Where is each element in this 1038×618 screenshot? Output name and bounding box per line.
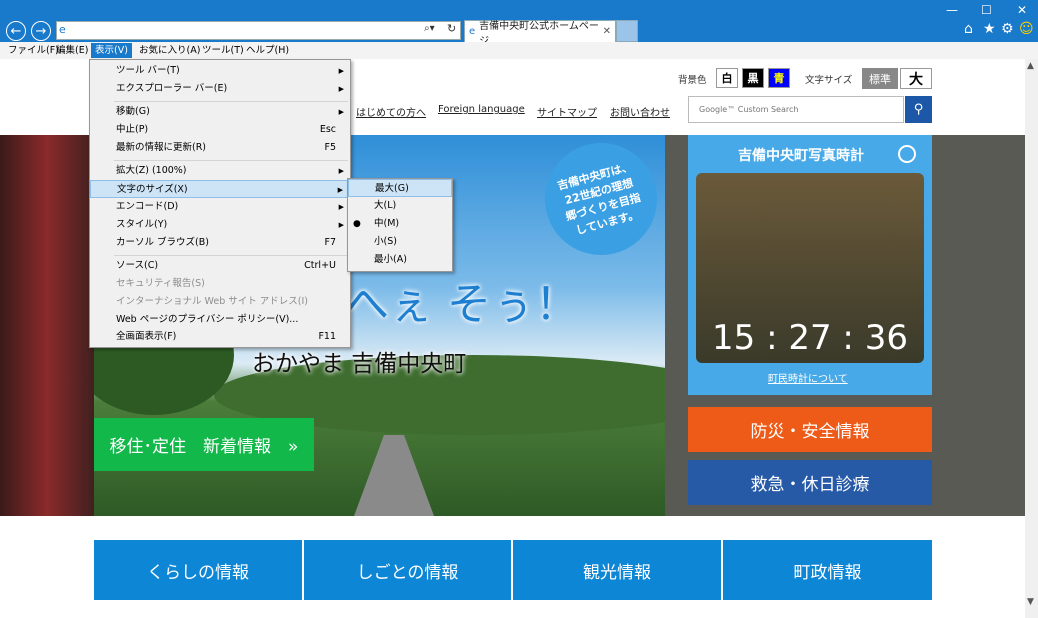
- new-tab-button[interactable]: [616, 20, 638, 42]
- nav-first-time[interactable]: はじめての方へ: [356, 104, 426, 119]
- text-size-medium[interactable]: ● 中(M): [348, 215, 452, 233]
- menu-separator: [114, 101, 348, 102]
- clock-about-link[interactable]: 町民時計について: [768, 370, 848, 385]
- view-menu-item[interactable]: 拡大(Z) (100%) ▶: [90, 162, 350, 180]
- clock-time: 15 : 27 : 36: [712, 318, 908, 358]
- menu-separator: [114, 160, 348, 161]
- submenu-arrow-icon: ▶: [338, 203, 344, 211]
- font-size-label: 文字サイズ: [805, 75, 853, 86]
- nav-foreign-language[interactable]: Foreign language: [438, 104, 525, 115]
- text-size-large[interactable]: 大(L): [348, 197, 452, 215]
- view-menu-item[interactable]: ソース(C) Ctrl+U: [90, 257, 350, 275]
- hero-catchphrase: へぇ そぅ！: [345, 279, 579, 330]
- bg-color-label: 背景色: [678, 75, 707, 86]
- nav-contact[interactable]: お問い合わせ: [610, 104, 670, 119]
- browser-tab[interactable]: e 吉備中央町公式ホームページ ✕: [464, 20, 616, 47]
- scroll-up-icon[interactable]: ▲: [1027, 61, 1034, 71]
- maximize-icon[interactable]: ☐: [981, 3, 992, 17]
- nav-sitemap[interactable]: サイトマップ: [537, 104, 597, 119]
- settings-gear-icon[interactable]: ⚙: [1001, 21, 1014, 37]
- text-size-submenu: 最大(G) 大(L) ● 中(M) 小(S) 最小(A): [347, 178, 453, 272]
- scroll-down-icon[interactable]: ▼: [1027, 597, 1034, 607]
- back-button[interactable]: ←: [6, 21, 26, 41]
- clock-icon: [898, 145, 916, 163]
- close-window-icon[interactable]: ✕: [1017, 3, 1027, 17]
- view-menu-item[interactable]: カーソル ブラウズ(B) F7: [90, 234, 350, 252]
- home-icon[interactable]: ⌂: [964, 21, 973, 37]
- smiley-icon[interactable]: ☺: [1019, 21, 1034, 37]
- refresh-icon[interactable]: ↻: [447, 22, 456, 35]
- bg-white-button[interactable]: 白: [716, 68, 738, 88]
- bg-blue-button[interactable]: 青: [768, 68, 790, 88]
- category-work[interactable]: しごとの情報: [304, 540, 511, 600]
- view-menu-item[interactable]: 移動(G) ▶: [90, 103, 350, 121]
- menu-favorites[interactable]: お気に入り(A): [135, 43, 204, 58]
- menu-separator: [114, 255, 348, 256]
- view-menu-item-disabled: セキュリティ報告(S): [116, 278, 205, 289]
- font-large-button[interactable]: 大: [900, 68, 932, 89]
- tab-close-icon[interactable]: ✕: [603, 26, 611, 37]
- submenu-arrow-icon: ▶: [338, 67, 344, 75]
- view-menu-item[interactable]: 全画面表示(F) F11: [90, 328, 350, 346]
- submenu-arrow-icon: ▶: [337, 186, 343, 194]
- minimize-icon[interactable]: —: [946, 3, 958, 17]
- menu-edit[interactable]: 編集(E): [52, 43, 92, 58]
- emergency-clinic-button[interactable]: 救急・休日診療: [688, 460, 932, 505]
- search-icon: ⚲: [913, 102, 924, 117]
- view-menu-item[interactable]: ツール バー(T) ▶: [90, 62, 350, 80]
- favorites-star-icon[interactable]: ★: [983, 21, 996, 37]
- migration-news-button[interactable]: 移住･定住 新着情報 »: [94, 418, 314, 471]
- submenu-arrow-icon: ▶: [338, 167, 344, 175]
- submenu-arrow-icon: ▶: [338, 108, 344, 116]
- view-menu-item[interactable]: エクスプローラー バー(E) ▶: [90, 80, 350, 98]
- hero-logo: おかやま 吉備中央町: [252, 351, 467, 377]
- category-tourism[interactable]: 観光情報: [513, 540, 721, 600]
- category-living[interactable]: くらしの情報: [94, 540, 302, 600]
- menu-help[interactable]: ヘルプ(H): [242, 43, 293, 58]
- site-search-input[interactable]: [688, 96, 904, 123]
- forward-button[interactable]: →: [31, 21, 51, 41]
- menu-bar: ファイル(F) 編集(E) 表示(V) お気に入り(A) ツール(T) ヘルプ(…: [0, 42, 1038, 60]
- search-icon[interactable]: ⌕▾: [424, 23, 435, 34]
- view-menu-item[interactable]: エンコード(D) ▶: [90, 198, 350, 216]
- bg-black-button[interactable]: 黒: [742, 68, 764, 88]
- view-menu-item[interactable]: 中止(P) Esc: [90, 121, 350, 139]
- site-search-button[interactable]: ⚲: [905, 96, 932, 123]
- view-menu-item-text-size[interactable]: 文字のサイズ(X) ▶: [90, 180, 350, 198]
- ie-logo-icon: e: [59, 23, 66, 36]
- text-size-smallest[interactable]: 最小(A): [348, 251, 452, 269]
- radio-bullet-icon: ●: [353, 219, 361, 229]
- view-menu-item-disabled: インターナショナル Web サイト アドレス(I): [116, 296, 308, 307]
- view-menu-dropdown: ツール バー(T) ▶ エクスプローラー バー(E) ▶ 移動(G) ▶ 中止(P) E…: [89, 59, 351, 348]
- view-menu-item[interactable]: Web ページのプライバシー ポリシー(V)...: [90, 311, 350, 329]
- menu-tools[interactable]: ツール(T): [198, 43, 248, 58]
- text-size-largest[interactable]: 最大(G): [348, 179, 452, 197]
- submenu-arrow-icon: ▶: [338, 85, 344, 93]
- view-menu-item[interactable]: スタイル(Y) ▶: [90, 216, 350, 234]
- text-size-small[interactable]: 小(S): [348, 233, 452, 251]
- hero-side-image: [0, 135, 94, 516]
- address-bar[interactable]: e ⌕▾ ↻: [56, 21, 461, 40]
- photo-clock-title: 吉備中央町写真時計: [738, 148, 864, 164]
- view-menu-item[interactable]: 最新の情報に更新(R) F5: [90, 139, 350, 157]
- tab-favicon-icon: e: [469, 26, 476, 37]
- category-government[interactable]: 町政情報: [723, 540, 932, 600]
- menu-view[interactable]: 表示(V): [91, 43, 132, 58]
- font-standard-button[interactable]: 標準: [862, 68, 898, 89]
- vertical-scrollbar[interactable]: ▲ ▼: [1025, 59, 1038, 618]
- disaster-info-button[interactable]: 防災・安全情報: [688, 407, 932, 452]
- submenu-arrow-icon: ▶: [338, 221, 344, 229]
